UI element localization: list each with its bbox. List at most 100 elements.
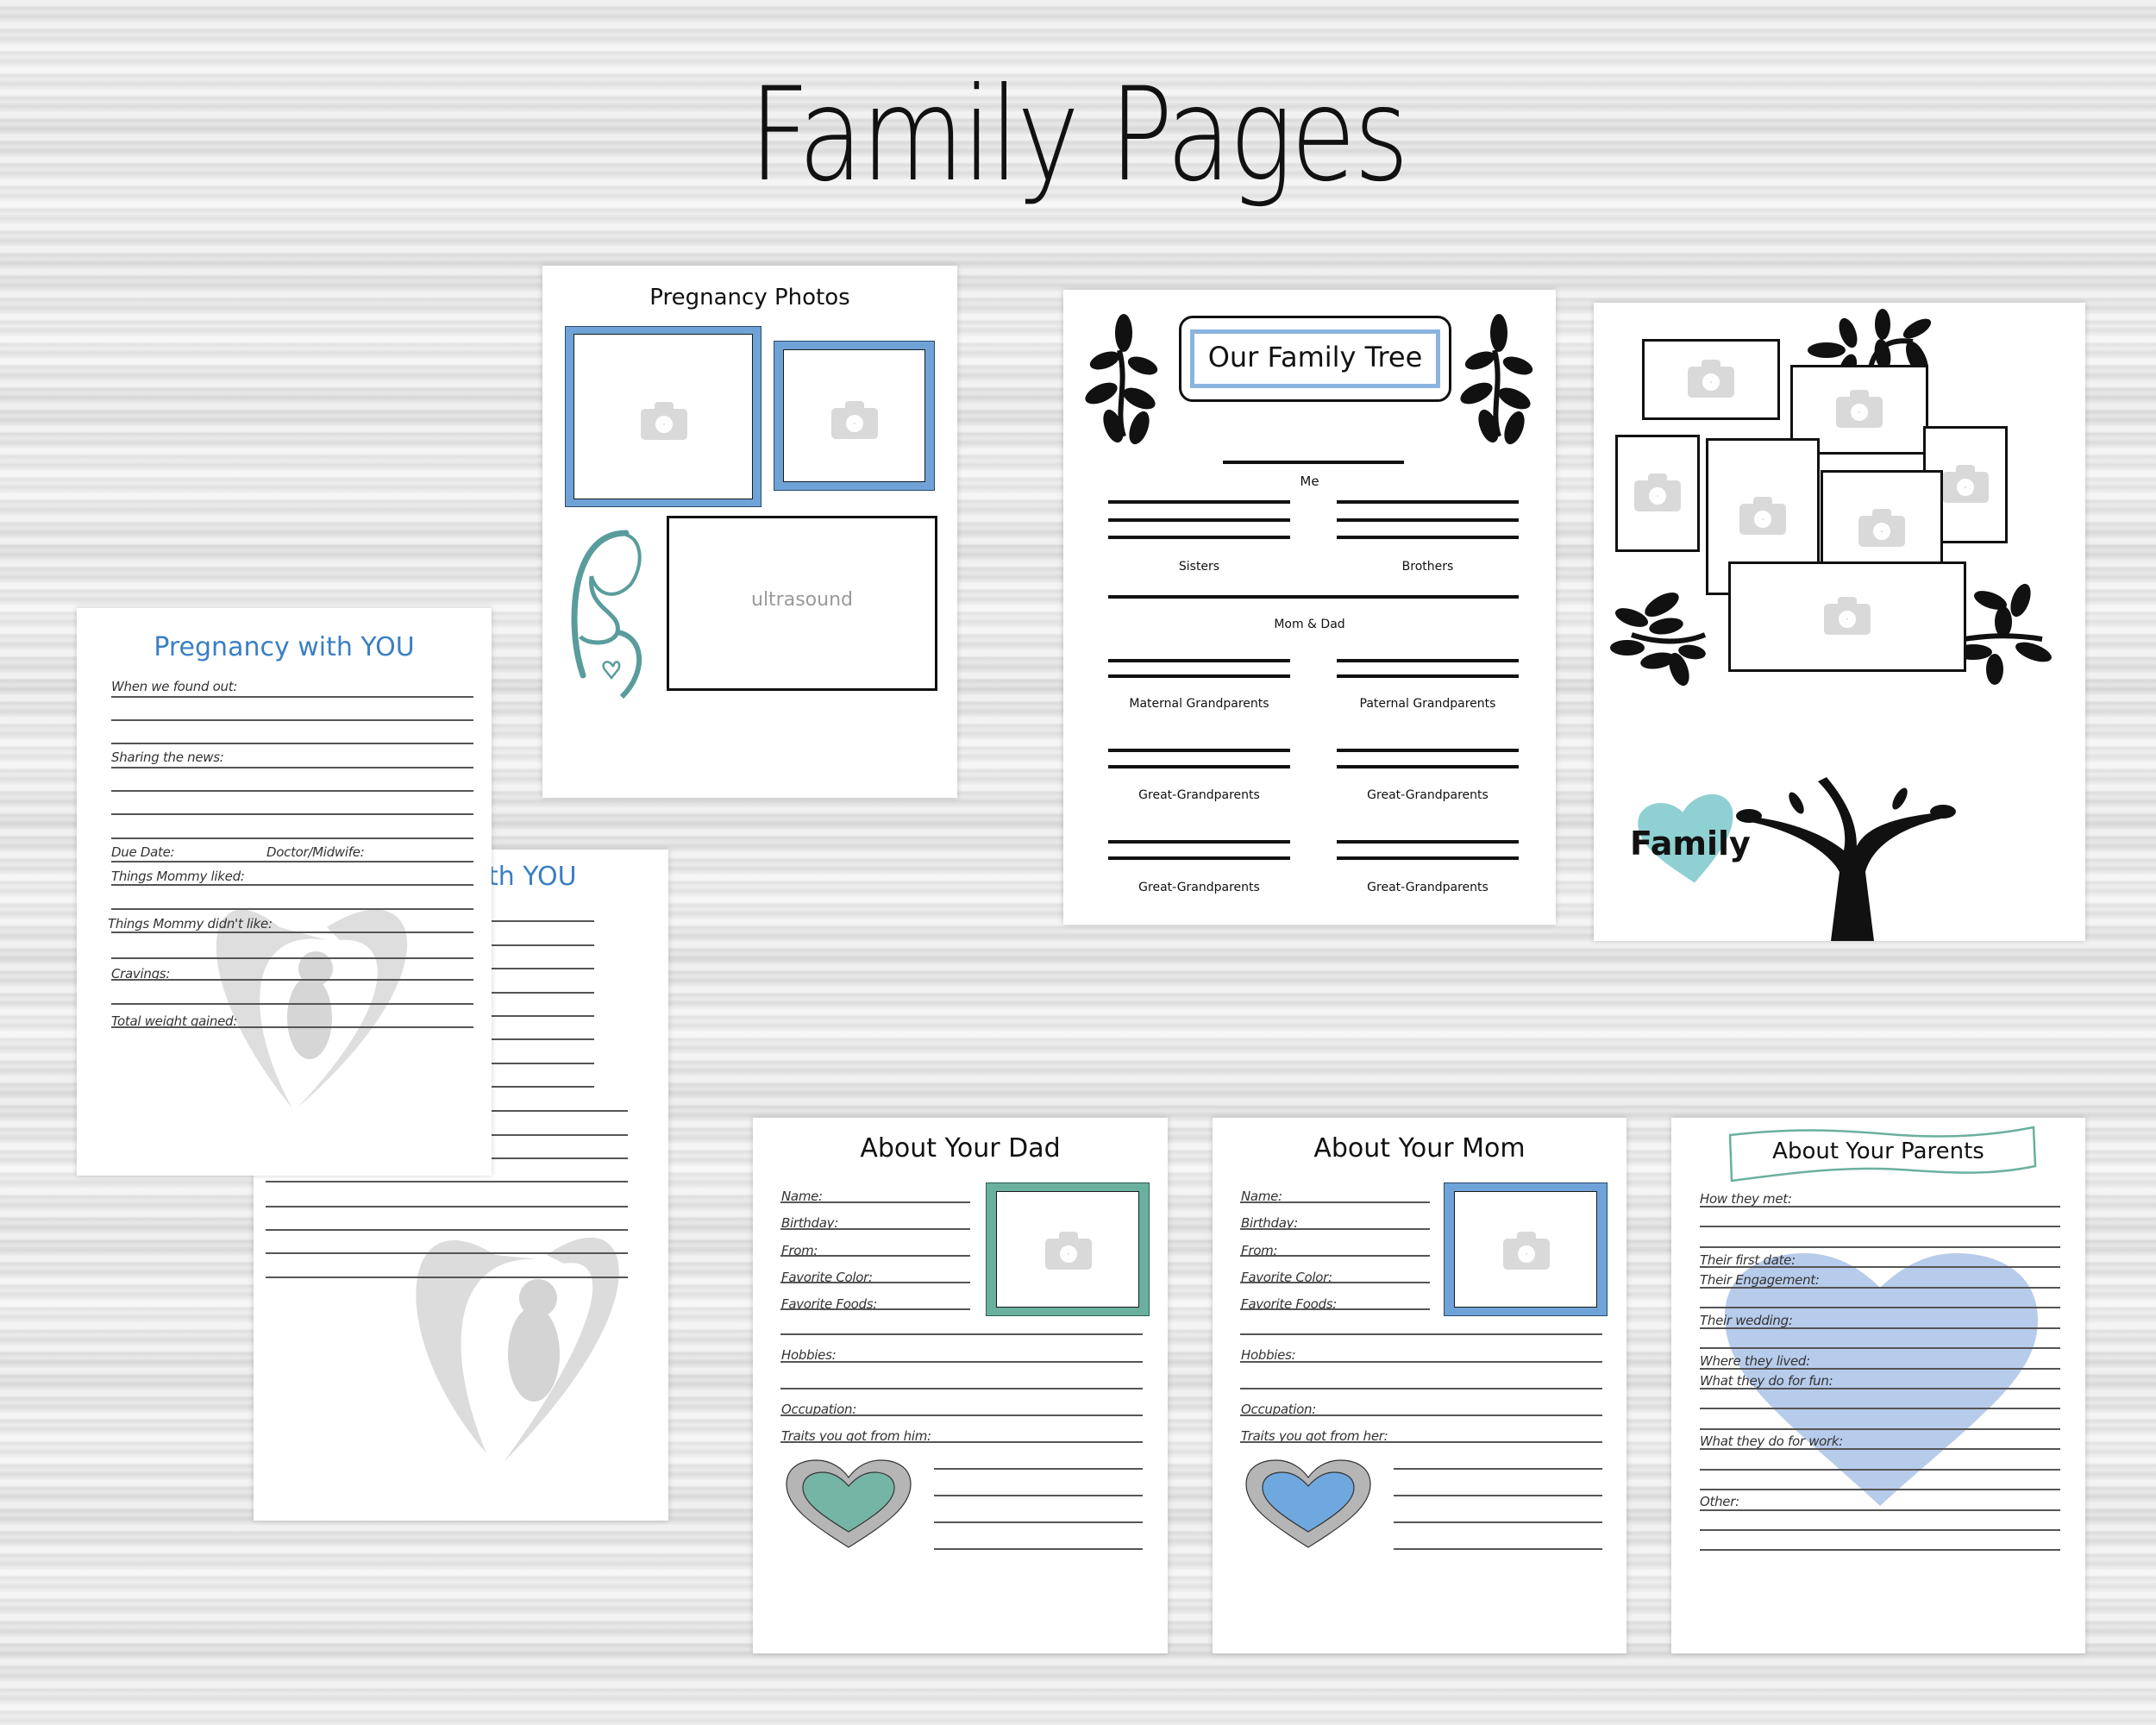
- write-in-line[interactable]: [111, 790, 473, 792]
- write-in-line[interactable]: [1240, 1414, 1602, 1416]
- write-in-line[interactable]: [1337, 840, 1519, 844]
- write-in-line[interactable]: [1337, 749, 1519, 752]
- write-in-line[interactable]: [266, 1276, 628, 1278]
- write-in-line[interactable]: [1240, 1201, 1430, 1203]
- write-in-line[interactable]: [111, 908, 473, 910]
- write-in-line[interactable]: [266, 1252, 628, 1254]
- write-in-line[interactable]: [1337, 536, 1519, 539]
- photo-slot-small[interactable]: [774, 341, 935, 491]
- found-out-label: When we found out:: [111, 679, 238, 694]
- write-in-line[interactable]: [934, 1548, 1143, 1550]
- write-in-line[interactable]: [111, 1003, 473, 1005]
- write-in-line[interactable]: [111, 1026, 473, 1028]
- write-in-line[interactable]: [1700, 1469, 2060, 1471]
- write-in-line[interactable]: [111, 767, 473, 768]
- pregnant-woman-icon: [571, 530, 642, 699]
- write-in-line[interactable]: [111, 837, 473, 839]
- write-in-line[interactable]: [1337, 765, 1519, 768]
- write-in-line[interactable]: [266, 1181, 628, 1182]
- photo-slot[interactable]: [1615, 435, 1700, 552]
- write-in-line[interactable]: [1394, 1468, 1602, 1470]
- write-in-line[interactable]: [780, 1361, 1143, 1363]
- write-in-line[interactable]: [1223, 461, 1404, 464]
- write-in-line[interactable]: [111, 932, 473, 933]
- write-in-line[interactable]: [780, 1308, 970, 1310]
- write-in-line[interactable]: [934, 1495, 1143, 1496]
- write-in-line[interactable]: [1700, 1246, 2060, 1248]
- photo-slot[interactable]: [1728, 561, 1966, 672]
- write-in-line[interactable]: [780, 1228, 970, 1230]
- maternal-grandparents-label: Maternal Grandparents: [1129, 697, 1269, 711]
- write-in-line[interactable]: [780, 1414, 1143, 1416]
- write-in-line[interactable]: [1108, 674, 1290, 678]
- write-in-line[interactable]: [1108, 856, 1290, 860]
- write-in-line[interactable]: [1394, 1521, 1602, 1523]
- write-in-line[interactable]: [780, 1333, 1143, 1335]
- write-in-line[interactable]: [1700, 1509, 2060, 1511]
- write-in-line[interactable]: [780, 1282, 970, 1283]
- write-in-line[interactable]: [1700, 1287, 2060, 1289]
- about-parents-title: About Your Parents: [1772, 1138, 1984, 1164]
- write-in-line[interactable]: [1108, 749, 1290, 752]
- write-in-line[interactable]: [111, 884, 473, 886]
- write-in-line[interactable]: [1700, 1529, 2060, 1531]
- mom-photo-slot[interactable]: [1444, 1182, 1608, 1316]
- write-in-line[interactable]: [1700, 1266, 2060, 1268]
- write-in-line[interactable]: [1700, 1368, 2060, 1370]
- write-in-line[interactable]: [1700, 1226, 2060, 1227]
- write-in-line[interactable]: [266, 1206, 628, 1208]
- write-in-line[interactable]: [1337, 659, 1519, 662]
- write-in-line[interactable]: [780, 1441, 1143, 1443]
- write-in-line[interactable]: [1240, 1255, 1430, 1257]
- write-in-line[interactable]: [1394, 1548, 1602, 1550]
- write-in-line[interactable]: [111, 979, 473, 981]
- write-in-line[interactable]: [934, 1521, 1143, 1523]
- write-in-line[interactable]: [111, 743, 473, 744]
- write-in-line[interactable]: [1337, 674, 1519, 678]
- write-in-line[interactable]: [1240, 1308, 1430, 1310]
- write-in-line[interactable]: [1337, 518, 1519, 522]
- write-in-line[interactable]: [1700, 1206, 2060, 1208]
- write-in-line[interactable]: [1240, 1388, 1602, 1389]
- write-in-line[interactable]: [1337, 856, 1519, 860]
- write-in-line[interactable]: [1700, 1489, 2060, 1490]
- write-in-line[interactable]: [1108, 840, 1290, 844]
- write-in-line[interactable]: [266, 1229, 628, 1231]
- write-in-line[interactable]: [1700, 1327, 2060, 1329]
- photo-slot-large[interactable]: [565, 326, 761, 507]
- dad-photo-slot[interactable]: [986, 1182, 1150, 1316]
- write-in-line[interactable]: [1240, 1282, 1430, 1283]
- write-in-line[interactable]: [1108, 765, 1290, 768]
- write-in-line[interactable]: [1700, 1388, 2060, 1389]
- write-in-line[interactable]: [1240, 1228, 1430, 1230]
- write-in-line[interactable]: [1240, 1441, 1602, 1443]
- write-in-line[interactable]: [780, 1388, 1143, 1389]
- write-in-line[interactable]: [1108, 536, 1290, 539]
- write-in-line[interactable]: [111, 861, 473, 862]
- write-in-line[interactable]: [1700, 1448, 2060, 1450]
- write-in-line[interactable]: [111, 719, 473, 721]
- camera-icon: [831, 401, 878, 439]
- photo-slot[interactable]: [1642, 339, 1780, 420]
- write-in-line[interactable]: [1108, 500, 1290, 504]
- family-tree-page: Our Family Tree Me Sisters Brothers Mom …: [1063, 290, 1556, 925]
- write-in-line[interactable]: [1700, 1408, 2060, 1409]
- write-in-line[interactable]: [1108, 518, 1290, 522]
- write-in-line[interactable]: [780, 1201, 970, 1203]
- write-in-line[interactable]: [934, 1468, 1143, 1470]
- write-in-line[interactable]: [1337, 500, 1519, 504]
- write-in-line[interactable]: [1108, 659, 1290, 662]
- write-in-line[interactable]: [1700, 1428, 2060, 1430]
- write-in-line[interactable]: [1700, 1347, 2060, 1349]
- write-in-line[interactable]: [1394, 1495, 1602, 1496]
- write-in-line[interactable]: [1240, 1333, 1602, 1335]
- write-in-line[interactable]: [111, 813, 473, 815]
- ultrasound-slot[interactable]: ultrasound: [667, 516, 937, 691]
- write-in-line[interactable]: [1240, 1361, 1602, 1363]
- write-in-line[interactable]: [780, 1255, 970, 1257]
- write-in-line[interactable]: [1700, 1549, 2060, 1551]
- write-in-line[interactable]: [111, 696, 473, 698]
- write-in-line[interactable]: [1108, 595, 1519, 599]
- write-in-line[interactable]: [1700, 1307, 2060, 1308]
- write-in-line[interactable]: [111, 957, 473, 959]
